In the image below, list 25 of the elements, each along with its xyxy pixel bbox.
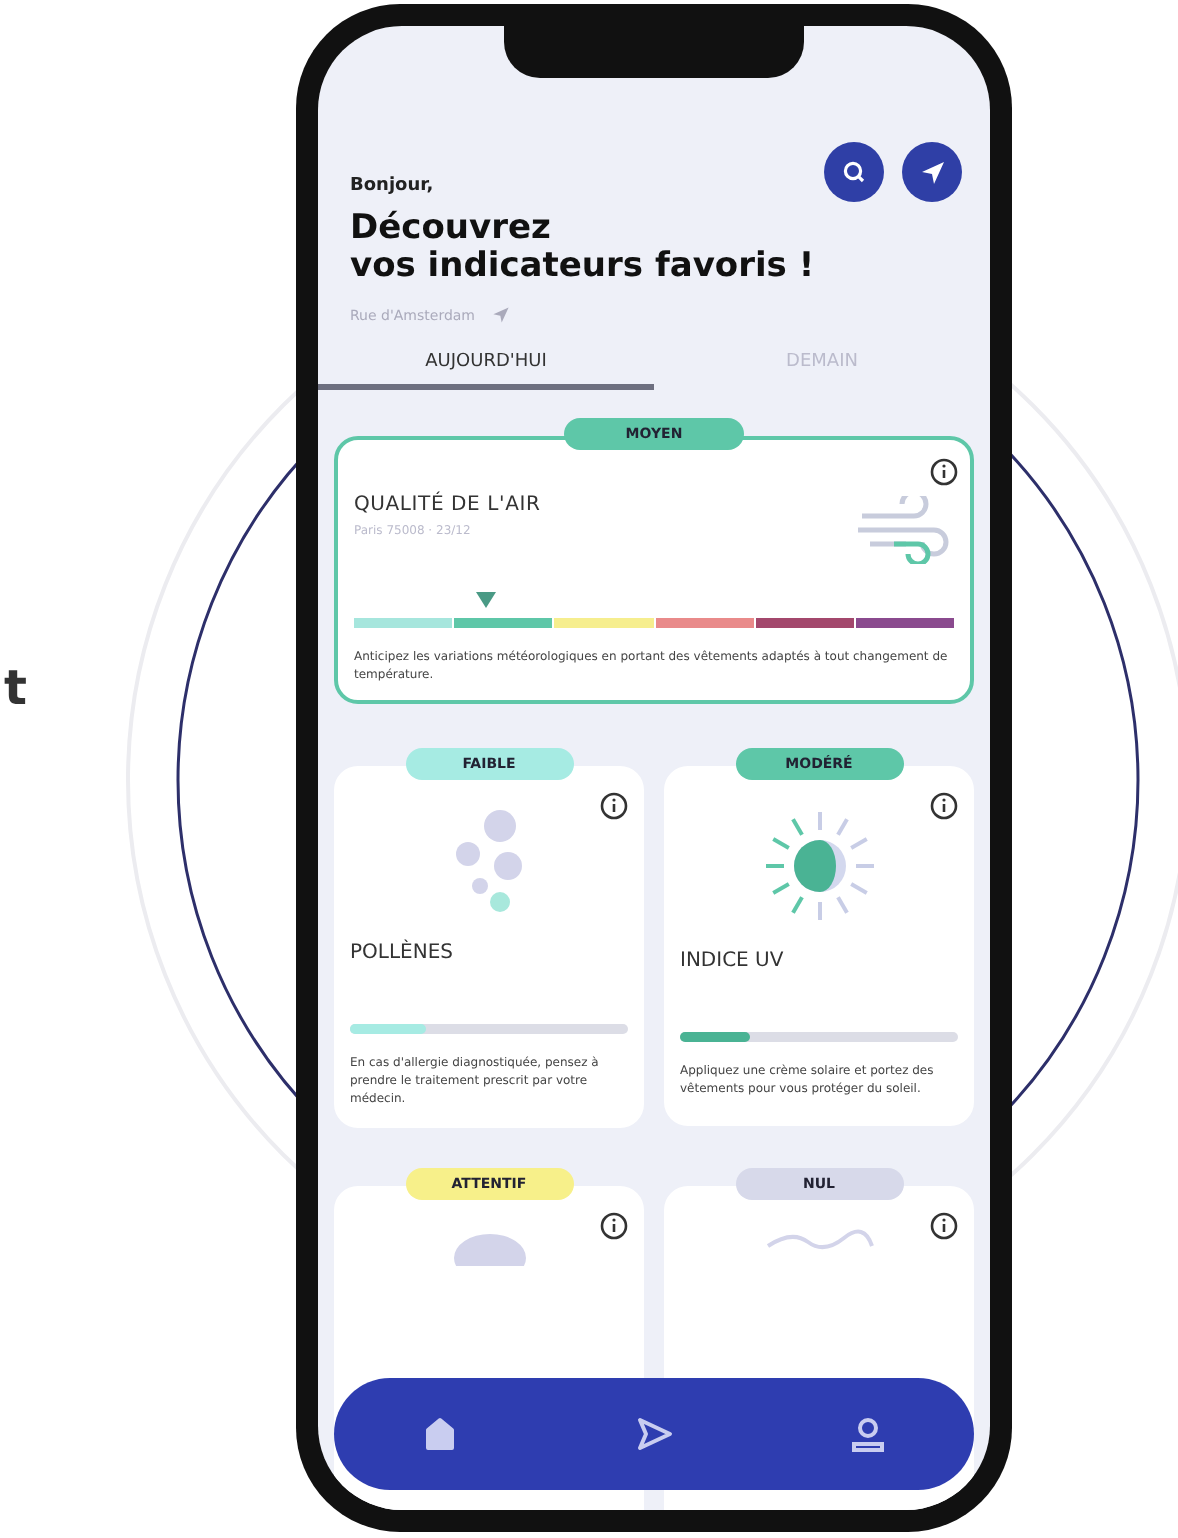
- home-icon: [422, 1416, 458, 1452]
- info-icon[interactable]: [600, 792, 628, 820]
- greeting: Bonjour,: [350, 176, 434, 196]
- wind-icon: [854, 496, 954, 564]
- nav-button[interactable]: [850, 1416, 886, 1452]
- navigation-arrow-icon: [919, 159, 945, 185]
- card-title: POLLÈNES: [350, 942, 456, 964]
- info-icon[interactable]: [600, 1212, 628, 1240]
- card-title: INDICE UV: [680, 950, 786, 972]
- wave-icon: [763, 1226, 875, 1254]
- nav-button[interactable]: [422, 1416, 458, 1452]
- headline-fragment: t: [4, 660, 27, 716]
- navigation-arrow-icon: [491, 306, 509, 324]
- user-icon: [850, 1416, 886, 1452]
- info-icon[interactable]: [930, 1212, 958, 1240]
- card-title: QUALITÉ DE L'AIR: [354, 494, 541, 516]
- search-button[interactable]: [824, 142, 884, 202]
- nav-button[interactable]: [634, 1416, 674, 1452]
- day-tab[interactable]: AUJOURD'HUI: [318, 336, 654, 390]
- search-icon: [842, 160, 866, 184]
- info-icon[interactable]: [930, 792, 958, 820]
- location-button[interactable]: [902, 142, 962, 202]
- send-icon: [634, 1416, 674, 1452]
- page-title: Découvrez vos indicateurs favoris !: [350, 210, 817, 286]
- info-icon[interactable]: [930, 458, 958, 486]
